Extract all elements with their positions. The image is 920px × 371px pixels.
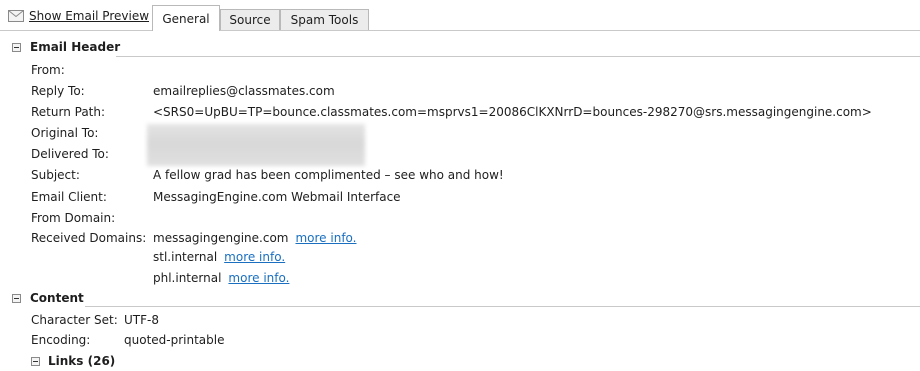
from-domain-label: From Domain: xyxy=(31,211,116,225)
content-divider xyxy=(85,306,920,307)
redacted-recipient-block xyxy=(147,124,365,166)
subject-label: Subject: xyxy=(31,168,80,182)
email-client-value: MessagingEngine.com Webmail Interface xyxy=(153,190,401,204)
email-client-label: Email Client: xyxy=(31,190,107,204)
received-domain-name: messagingengine.com xyxy=(153,231,289,245)
show-email-preview-button[interactable]: Show Email Preview xyxy=(8,9,149,23)
encoding-label: Encoding: xyxy=(31,333,91,347)
subject-value: A fellow grad has been complimented – se… xyxy=(153,168,504,182)
show-email-preview-label: Show Email Preview xyxy=(29,9,150,23)
email-header-title: Email Header xyxy=(30,40,121,54)
received-domain-row: phl.internal more info. xyxy=(153,271,289,285)
received-domains-label: Received Domains: xyxy=(31,231,147,245)
email-header-collapse-toggle[interactable] xyxy=(12,43,21,52)
from-label: From: xyxy=(31,63,65,77)
more-info-link[interactable]: more info. xyxy=(228,271,289,285)
delivered-to-label: Delivered To: xyxy=(31,147,109,161)
more-info-link[interactable]: more info. xyxy=(224,250,285,264)
envelope-icon xyxy=(8,10,24,22)
content-collapse-toggle[interactable] xyxy=(12,294,21,303)
reply-to-value: emailreplies@classmates.com xyxy=(153,84,335,98)
toolbar-divider xyxy=(0,30,920,31)
content-title: Content xyxy=(30,291,84,305)
character-set-label: Character Set: xyxy=(31,313,118,327)
tab-general[interactable]: General xyxy=(152,5,220,31)
received-domain-row: stl.internal more info. xyxy=(153,250,285,264)
tab-spam-tools[interactable]: Spam Tools xyxy=(280,9,369,30)
return-path-label: Return Path: xyxy=(31,105,106,119)
links-title: Links (26) xyxy=(48,354,116,368)
received-domain-name: stl.internal xyxy=(153,250,218,264)
more-info-link[interactable]: more info. xyxy=(295,231,356,245)
original-to-label: Original To: xyxy=(31,126,99,140)
reply-to-label: Reply To: xyxy=(31,84,85,98)
content-section: Content xyxy=(0,290,920,308)
return-path-value: <SRS0=UpBU=TP=bounce.classmates.com=mspr… xyxy=(153,105,872,119)
email-header-section: Email Header xyxy=(0,39,920,57)
encoding-value: quoted-printable xyxy=(124,333,225,347)
tab-source[interactable]: Source xyxy=(220,9,280,30)
toolbar: Show Email Preview General Source Spam T… xyxy=(0,0,920,31)
links-collapse-toggle[interactable] xyxy=(31,357,40,366)
received-domain-row: messagingengine.com more info. xyxy=(153,231,357,245)
character-set-value: UTF-8 xyxy=(124,313,159,327)
email-header-divider xyxy=(116,56,920,57)
links-section: Links (26) xyxy=(0,353,920,371)
received-domain-name: phl.internal xyxy=(153,271,222,285)
